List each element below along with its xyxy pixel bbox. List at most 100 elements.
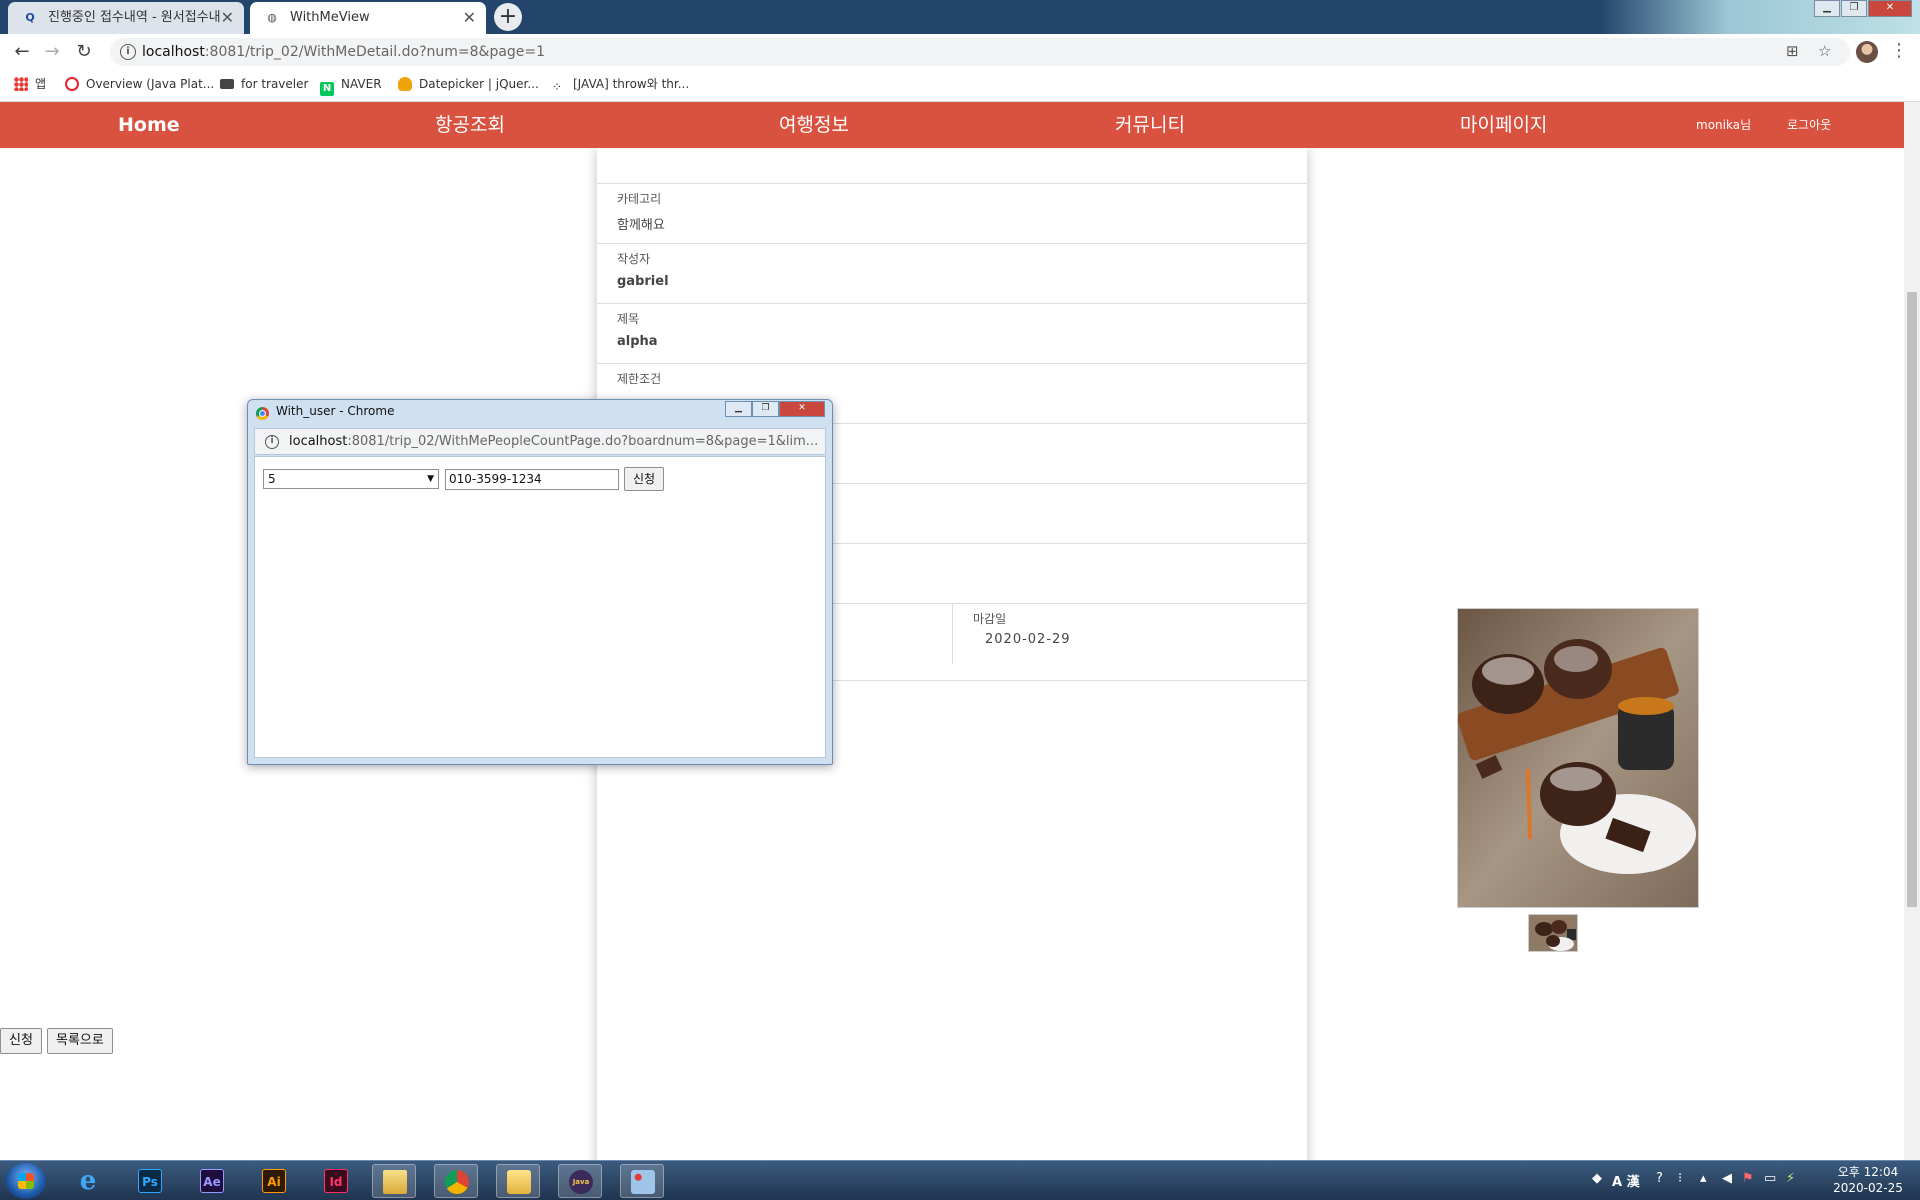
popup-apply-button[interactable]: 신청 [624,467,665,491]
taskbar-ie[interactable]: e [66,1164,110,1198]
bookmark-icon [220,79,234,89]
network-shield-icon[interactable]: ◆ [1592,1171,1602,1186]
field-label: 제목 [617,312,640,326]
chrome-icon [445,1170,469,1194]
post-image[interactable] [1457,608,1699,908]
volume-icon[interactable]: ◀ [1722,1171,1732,1186]
help-icon[interactable]: ? [1656,1171,1663,1186]
back-to-list-button[interactable]: 목록으로 [47,1028,113,1054]
field-label: 마감일 [973,612,1007,626]
illustrator-icon: Ai [262,1169,286,1193]
close-window-button[interactable]: ✕ [1868,0,1912,17]
tistory-icon: ⁘ [552,80,563,94]
java-ee-icon: Java EE [569,1170,593,1194]
site-info-icon[interactable]: i [265,435,279,449]
indesign-icon: Id [324,1169,348,1193]
chevron-down-icon: ▼ [427,474,434,484]
popup-title: With_user - Chrome [276,404,395,418]
apps-icon [14,77,28,91]
taskbar-paint[interactable] [620,1164,664,1198]
popup-maximize-button[interactable]: ❐ [752,401,779,417]
field-author: 작성자 gabriel [597,243,1307,303]
popup-close-button[interactable]: ✕ [779,401,825,417]
page-scrollbar[interactable] [1904,102,1920,1160]
maximize-button[interactable]: ❐ [1841,0,1867,17]
browser-toolbar: ← → ↻ i localhost:8081/trip_02/WithMeDet… [0,34,1920,70]
tab-favicon: Q [25,11,35,24]
nav-mypage[interactable]: 마이페이지 [1460,102,1547,148]
nav-home[interactable]: Home [118,102,180,148]
close-tab-icon[interactable]: ✕ [463,2,476,34]
bookmark-naver[interactable]: N NAVER [320,70,382,98]
bookmark-apps[interactable]: 앱 [14,70,46,98]
jquery-icon [398,77,412,91]
field-category: 카테고리 함께해요 [597,183,1307,243]
address-bar[interactable]: i localhost:8081/trip_02/WithMeDetail.do… [110,38,1850,66]
site-info-icon[interactable]: i [120,44,136,60]
site-navigation: Home 항공조회 여행정보 커뮤니티 마이페이지 monika님 로그아웃 [0,102,1904,148]
taskbar-chrome[interactable] [434,1164,478,1198]
phone-input[interactable]: 010-3599-1234 [445,469,619,490]
taskbar-explorer[interactable] [372,1164,416,1198]
tab-title: 진행중인 접수내역 - 원서접수내 [48,10,221,25]
oracle-icon [65,77,79,91]
taskbar-folder[interactable] [496,1164,540,1198]
taskbar-illustrator[interactable]: Ai [252,1164,296,1198]
photoshop-icon: Ps [138,1169,162,1193]
taskbar-photoshop[interactable]: Ps [128,1164,172,1198]
close-tab-icon[interactable]: ✕ [221,2,234,34]
bookmark-datepicker[interactable]: Datepicker | jQuer... [398,70,539,98]
bookmark-for-traveler[interactable]: for traveler [220,70,308,98]
taskbar-java-ee[interactable]: Java EE [558,1164,602,1198]
file-explorer-icon [383,1170,407,1194]
minimize-button[interactable]: ▁ [1814,0,1840,17]
nav-community[interactable]: 커뮤니티 [1115,102,1185,148]
image-thumbnail[interactable] [1528,914,1578,952]
field-title: 제목 alpha [597,303,1307,363]
ime-options-icon[interactable]: ⁝ [1678,1171,1682,1186]
network-icon[interactable]: ▭ [1764,1171,1776,1186]
forward-arrow-icon[interactable]: → [40,40,64,64]
folder-icon [507,1170,531,1194]
back-arrow-icon[interactable]: ← [10,40,34,64]
nav-travel-info[interactable]: 여행정보 [779,102,849,148]
action-center-icon[interactable]: ⚑ [1742,1171,1754,1186]
clock-time: 오후 12:04 [1837,1165,1899,1179]
show-hidden-icons[interactable]: ▴ [1700,1171,1707,1186]
bookmarks-bar: 앱 Overview (Java Plat... for traveler NN… [0,70,1920,102]
more-menu-icon[interactable]: ⋮ [1890,40,1908,61]
clock-date: 2020-02-25 [1833,1181,1903,1195]
popup-window: With_user - Chrome ▁ ❐ ✕ i localhost:808… [247,399,833,765]
people-count-select[interactable]: 5 ▼ [263,469,439,489]
popup-url: localhost:8081/trip_02/WithMePeopleCount… [289,434,819,449]
ime-indicator[interactable]: A 漢 [1612,1171,1640,1190]
internet-explorer-icon: e [79,1166,97,1196]
power-icon[interactable]: ⚡ [1786,1171,1795,1186]
taskbar-after-effects[interactable]: Ae [190,1164,234,1198]
nav-flight-search[interactable]: 항공조회 [435,102,505,148]
bookmark-java-overview[interactable]: Overview (Java Plat... [65,70,214,98]
bookmark-java-throw[interactable]: ⁘ [JAVA] throw와 thr... [552,70,689,98]
field-value: 2020-02-29 [985,632,1071,647]
apply-button[interactable]: 신청 [0,1028,42,1054]
scrollbar-thumb[interactable] [1907,292,1917,907]
translate-icon[interactable]: ⊞ [1786,42,1799,60]
user-name: monika님 [1696,118,1752,132]
popup-minimize-button[interactable]: ▁ [725,401,752,417]
new-tab-button[interactable]: + [494,3,522,31]
taskbar-indesign[interactable]: Id [314,1164,358,1198]
popup-content: 5 ▼ 010-3599-1234 신청 [254,456,826,758]
profile-avatar[interactable] [1856,41,1878,63]
logout-link[interactable]: 로그아웃 [1787,102,1831,148]
tab-strip: Q 진행중인 접수내역 - 원서접수내 ✕ ◍ WithMeView ✕ + ▁… [0,0,1920,34]
tab-inactive[interactable]: Q 진행중인 접수내역 - 원서접수내 ✕ [8,2,244,34]
reload-icon[interactable]: ↻ [72,40,96,64]
start-button[interactable] [6,1163,46,1199]
windows-logo-icon [18,1173,34,1189]
tab-title: WithMeView [290,10,370,25]
star-icon[interactable]: ☆ [1818,42,1831,60]
system-clock[interactable]: 오후 12:04 2020-02-25 [1820,1164,1916,1196]
field-value: gabriel [617,274,669,289]
popup-address-bar[interactable]: i localhost:8081/trip_02/WithMePeopleCou… [254,428,826,455]
tab-active[interactable]: ◍ WithMeView ✕ [250,2,486,34]
